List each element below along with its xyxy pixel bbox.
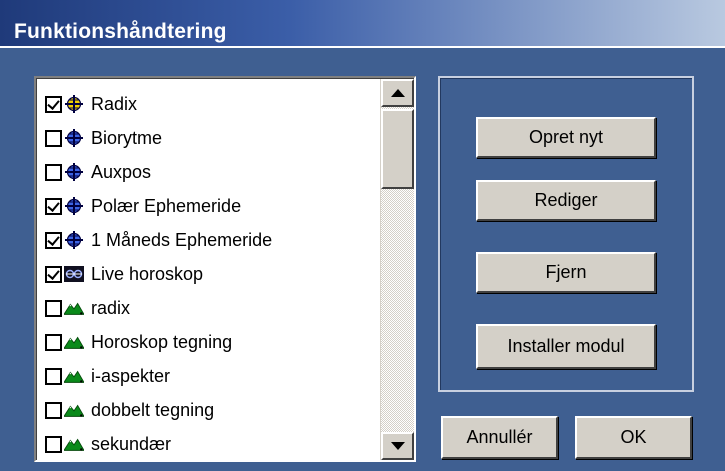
arrow-up-icon xyxy=(390,89,405,97)
scroll-thumb[interactable] xyxy=(381,109,414,189)
green-mountain-icon xyxy=(64,366,84,386)
crosshair-globe-blue-icon xyxy=(64,196,84,216)
list-item[interactable]: sekundær xyxy=(45,427,378,460)
list-item[interactable]: Polær Ephemeride xyxy=(45,189,378,223)
crosshair-globe-blue-icon xyxy=(64,128,84,148)
list-item[interactable]: 1 Måneds Ephemeride xyxy=(45,223,378,257)
window-title: Funktionshåndtering xyxy=(14,20,227,43)
item-checkbox[interactable] xyxy=(45,333,62,351)
cancel-button[interactable]: Annullér xyxy=(441,416,558,459)
item-label: Live horoskop xyxy=(91,263,204,284)
crosshair-globe-yellow-icon xyxy=(64,94,84,114)
crosshair-globe-blue-icon xyxy=(64,162,84,182)
item-checkbox[interactable] xyxy=(45,197,62,215)
list-item[interactable]: dobbelt tegning xyxy=(45,393,378,427)
item-checkbox[interactable] xyxy=(45,265,62,283)
list-item[interactable]: Biorytme xyxy=(45,121,378,155)
item-label: Radix xyxy=(91,93,138,114)
edit-button[interactable]: Rediger xyxy=(476,180,656,221)
item-label: radix xyxy=(91,297,131,318)
list-item[interactable]: Live horoskop xyxy=(45,257,378,291)
title-bar[interactable]: Funktionshåndtering xyxy=(0,0,725,48)
item-label: Horoskop tegning xyxy=(91,331,233,352)
green-mountain-icon xyxy=(64,332,84,352)
create-new-button[interactable]: Opret nyt xyxy=(476,117,656,158)
list-item[interactable]: Horoskop tegning xyxy=(45,325,378,359)
item-label: Auxpos xyxy=(91,161,152,182)
ok-button[interactable]: OK xyxy=(575,416,692,459)
list-item[interactable]: Auxpos xyxy=(45,155,378,189)
module-listbox[interactable]: Radix Biorytme Auxpos Polær Ephemeride 1 Mån… xyxy=(34,76,416,462)
item-label: sekundær xyxy=(91,433,172,454)
remove-button[interactable]: Fjern xyxy=(476,252,656,293)
item-checkbox[interactable] xyxy=(45,231,62,249)
vertical-scrollbar[interactable] xyxy=(380,79,414,460)
listbox-frame: Radix Biorytme Auxpos Polær Ephemeride 1 Mån… xyxy=(36,78,414,460)
item-label: Polær Ephemeride xyxy=(91,195,242,216)
install-module-button[interactable]: Installer modul xyxy=(476,324,656,369)
item-label: 1 Måneds Ephemeride xyxy=(91,229,273,250)
scroll-down-button[interactable] xyxy=(381,432,414,460)
item-checkbox[interactable] xyxy=(45,367,62,385)
green-mountain-icon xyxy=(64,298,84,318)
item-label: dobbelt tegning xyxy=(91,399,215,420)
list-item[interactable]: radix xyxy=(45,291,378,325)
green-mountain-icon xyxy=(64,434,84,454)
item-checkbox[interactable] xyxy=(45,95,62,113)
item-checkbox[interactable] xyxy=(45,163,62,181)
scroll-up-button[interactable] xyxy=(381,79,414,107)
list-item[interactable]: Radix xyxy=(45,87,378,121)
function-manager-window: Funktionshåndtering Radix Biorytme Auxpos P… xyxy=(0,0,725,471)
item-checkbox[interactable] xyxy=(45,401,62,419)
arrow-down-icon xyxy=(390,442,405,450)
item-checkbox[interactable] xyxy=(45,299,62,317)
item-checkbox[interactable] xyxy=(45,129,62,147)
crosshair-globe-blue-icon xyxy=(64,230,84,250)
module-list: Radix Biorytme Auxpos Polær Ephemeride 1 Mån… xyxy=(45,87,378,460)
item-label: Biorytme xyxy=(91,127,163,148)
live-chart-icon xyxy=(64,264,84,284)
green-mountain-icon xyxy=(64,400,84,420)
item-checkbox[interactable] xyxy=(45,435,62,453)
item-label: i-aspekter xyxy=(91,365,171,386)
list-item[interactable]: i-aspekter xyxy=(45,359,378,393)
